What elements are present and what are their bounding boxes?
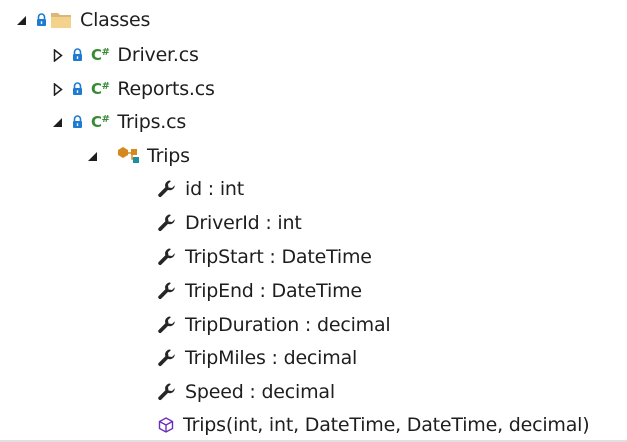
wrench-icon (157, 179, 177, 199)
tree-node-label: id : int (185, 177, 244, 200)
tree-node-label: DriverId : int (185, 211, 302, 234)
wrench-icon (157, 247, 177, 267)
tree-node-property[interactable]: id : int (157, 172, 244, 206)
tree-node-classes[interactable]: Classes (15, 3, 150, 37)
tree-node-label: TripMiles : decimal (185, 346, 358, 369)
wrench-icon (157, 348, 177, 368)
solution-explorer-tree: Classes C# Driver.cs C# Reports.cs C# Tr… (0, 0, 627, 442)
tree-node-property[interactable]: Speed : decimal (157, 375, 335, 409)
tree-node-label: Driver.cs (117, 43, 199, 66)
method-cube-icon (157, 416, 175, 434)
tree-node-trips-cs[interactable]: C# Trips.cs (51, 105, 186, 139)
tree-node-label: TripEnd : DateTime (185, 279, 362, 302)
tree-node-property[interactable]: DriverId : int (157, 206, 302, 240)
tree-node-label: Trips.cs (117, 110, 187, 133)
csharp-file-icon: C# (91, 113, 110, 131)
expanded-arrow-icon[interactable] (86, 150, 99, 163)
folder-icon (50, 11, 72, 29)
tree-node-property[interactable]: TripMiles : decimal (157, 341, 357, 375)
csharp-file-icon: C# (91, 80, 110, 98)
lock-icon (72, 82, 83, 96)
tree-node-reports-cs[interactable]: C# Reports.cs (51, 72, 215, 106)
expanded-arrow-icon[interactable] (15, 14, 28, 27)
tree-node-label: Trips (147, 144, 190, 167)
lock-icon (72, 48, 83, 62)
tree-node-label: Speed : decimal (185, 380, 335, 403)
expanded-arrow-icon[interactable] (51, 116, 64, 129)
wrench-icon (157, 281, 177, 301)
wrench-icon (157, 213, 177, 233)
tree-node-property[interactable]: TripEnd : DateTime (157, 274, 362, 308)
tree-node-constructor[interactable]: Trips(int, int, DateTime, DateTime, deci… (157, 408, 590, 442)
tree-node-property[interactable]: TripStart : DateTime (157, 240, 372, 274)
tree-node-property[interactable]: TripDuration : decimal (157, 308, 391, 342)
tree-node-label: TripStart : DateTime (185, 245, 372, 268)
lock-icon (36, 13, 47, 27)
tree-node-label: Reports.cs (117, 77, 215, 100)
tree-node-label: Classes (80, 8, 151, 31)
collapsed-arrow-icon[interactable] (51, 48, 64, 62)
tree-node-label: Trips(int, int, DateTime, DateTime, deci… (183, 413, 590, 436)
wrench-icon (157, 315, 177, 335)
class-icon (117, 146, 141, 166)
csharp-file-icon: C# (91, 46, 110, 64)
collapsed-arrow-icon[interactable] (51, 82, 64, 96)
tree-node-driver-cs[interactable]: C# Driver.cs (51, 38, 199, 72)
lock-icon (72, 115, 83, 129)
tree-node-label: TripDuration : decimal (185, 313, 391, 336)
wrench-icon (157, 382, 177, 402)
tree-node-trips-class[interactable]: Trips (86, 139, 190, 173)
